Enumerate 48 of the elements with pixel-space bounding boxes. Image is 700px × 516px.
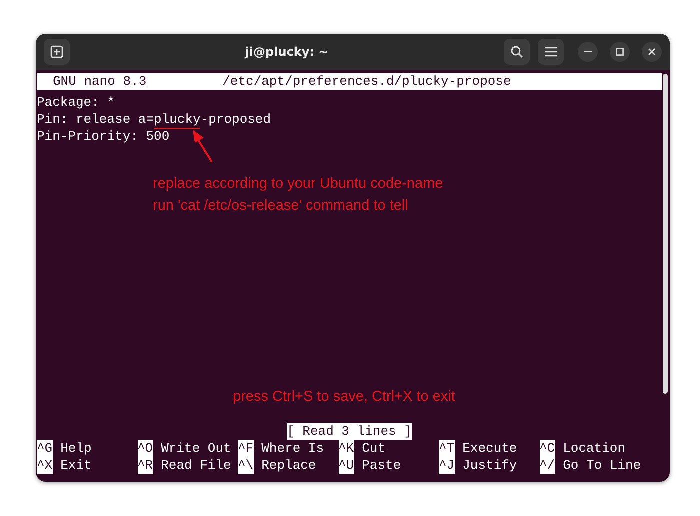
shortcut-key: ^/ — [540, 457, 556, 474]
shortcut-key: ^F — [238, 440, 254, 457]
code-line: Package: * — [37, 96, 116, 110]
search-icon — [510, 45, 524, 59]
annotation-text: press Ctrl+S to save, Ctrl+X to exit — [233, 388, 456, 407]
shortcut-key: ^U — [338, 457, 354, 474]
shortcut-label: Paste — [362, 457, 402, 474]
nano-version: GNU nano 8.3 — [53, 73, 147, 90]
shortcut-key: ^J — [439, 457, 455, 474]
scrollbar[interactable] — [663, 74, 668, 394]
status-message: [ Read 3 lines ] — [287, 423, 412, 440]
annotation-text: replace according to your Ubuntu code-name run 'cat /etc/os-release' command to tell — [153, 175, 444, 216]
maximize-button[interactable] — [610, 42, 630, 62]
shortcut-label: Cut — [362, 440, 386, 457]
shortcut-label: Help — [60, 440, 92, 457]
shortcut-label: Write Out — [161, 440, 232, 457]
arrow-drawing — [191, 128, 215, 164]
shortcut-label: Location — [563, 440, 626, 457]
shortcut-key: ^T — [439, 440, 455, 457]
shortcut-key: ^C — [540, 440, 556, 457]
minimize-button[interactable] — [578, 42, 598, 62]
shortcut-key: ^O — [138, 440, 154, 457]
shortcut-label: Where Is — [262, 440, 324, 457]
window-title: ji@plucky: ~ — [244, 45, 330, 59]
shortcut-label: Go To Line — [563, 457, 642, 474]
shortcut-key: ^X — [37, 457, 53, 474]
shortcut-label: Execute — [462, 440, 518, 457]
minimize-icon — [584, 51, 592, 53]
underline-mark — [154, 128, 200, 129]
new-tab-icon — [50, 45, 64, 59]
new-tab-button[interactable] — [44, 39, 70, 65]
menu-icon — [545, 47, 557, 57]
shortcut-label: Replace — [262, 457, 316, 474]
code-line: Pin: release a=plucky-proposed — [37, 113, 272, 127]
shortcut-key: ^G — [37, 440, 53, 457]
close-button[interactable] — [642, 42, 662, 62]
maximize-icon — [616, 48, 624, 56]
shortcut-label: Exit — [60, 457, 92, 474]
file-path: /etc/apt/preferences.d/plucky-propose — [222, 73, 512, 90]
code-line: Pin-Priority: 500 — [37, 130, 170, 144]
shortcut-label: Read File — [161, 457, 232, 474]
search-button[interactable] — [504, 39, 530, 65]
shortcut-label: Justify — [462, 457, 518, 474]
shortcut-key: ^R — [138, 457, 154, 474]
shortcut-key: ^K — [338, 440, 354, 457]
shortcut-key: ^\ — [238, 457, 254, 474]
close-icon — [648, 48, 656, 56]
menu-button[interactable] — [538, 39, 564, 65]
